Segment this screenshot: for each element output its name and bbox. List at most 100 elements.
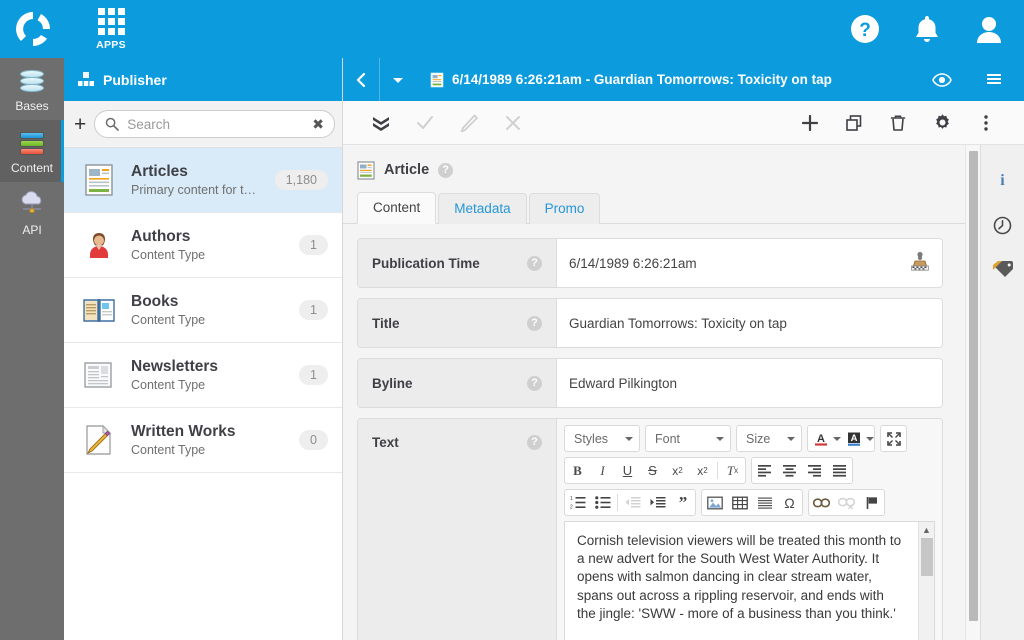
text-color-button[interactable]: A <box>808 426 833 451</box>
list-item-subtitle: Content Type <box>131 248 284 262</box>
notifications-button[interactable] <box>910 12 944 46</box>
insert-table-button[interactable] <box>727 490 752 515</box>
background-color-button[interactable]: A <box>841 426 866 451</box>
back-button[interactable] <box>343 58 379 101</box>
user-avatar-icon <box>974 13 1004 45</box>
chevron-down-icon[interactable] <box>866 437 874 441</box>
more-options-button[interactable] <box>964 101 1008 145</box>
tab-content[interactable]: Content <box>357 192 436 224</box>
remove-format-button[interactable]: Tx <box>720 458 745 483</box>
form-help-icon[interactable]: ? <box>438 163 453 178</box>
info-panel-button[interactable]: i <box>981 159 1024 203</box>
add-record-button[interactable] <box>788 101 832 145</box>
field-label-cell: Title ? <box>358 299 557 347</box>
delete-record-button[interactable] <box>876 101 920 145</box>
form-scroll-thumb[interactable] <box>969 151 978 621</box>
styles-select[interactable]: Styles <box>564 425 640 452</box>
field-value-cell[interactable]: 6/14/1989 6:26:21am <box>557 239 942 287</box>
field-help-icon[interactable]: ? <box>527 376 542 391</box>
bold-button[interactable]: B <box>565 458 590 483</box>
maximize-button[interactable] <box>881 426 906 451</box>
history-panel-button[interactable] <box>981 203 1024 247</box>
list-item-written-works[interactable]: Written Works Content Type 0 <box>64 408 342 473</box>
list-item-articles[interactable]: Articles Primary content for this pu… 1,… <box>64 148 342 213</box>
record-dropdown-button[interactable] <box>380 58 416 101</box>
rail-item-bases[interactable]: Bases <box>0 58 64 120</box>
field-help-icon[interactable]: ? <box>527 256 542 271</box>
field-value-cell[interactable]: Edward Pilkington <box>557 359 942 407</box>
settings-button[interactable] <box>920 101 964 145</box>
bulleted-list-button[interactable] <box>590 490 615 515</box>
field-help-icon[interactable]: ? <box>527 435 542 450</box>
editor-color-group: A A <box>807 425 875 452</box>
font-select[interactable]: Font <box>645 425 731 452</box>
collapse-all-button[interactable] <box>359 101 403 145</box>
align-right-button[interactable] <box>802 458 827 483</box>
field-value-cell[interactable]: Guardian Tomorrows: Toxicity on tap <box>557 299 942 347</box>
rail-item-content[interactable]: Content <box>0 120 64 182</box>
date-stamp-icon[interactable] <box>908 251 932 275</box>
strikethrough-button[interactable]: S <box>640 458 665 483</box>
maximize-icon <box>886 431 902 447</box>
preview-button[interactable] <box>924 58 960 101</box>
unlink-icon <box>838 497 855 509</box>
record-form-scroll: Article ? Content Metadata Promo Publica… <box>343 145 965 640</box>
italic-button[interactable]: I <box>590 458 615 483</box>
subscript-button[interactable]: x2 <box>665 458 690 483</box>
duplicate-record-button[interactable] <box>832 101 876 145</box>
tab-promo[interactable]: Promo <box>529 193 601 224</box>
horizontal-rule-button[interactable] <box>752 490 777 515</box>
clear-x-icon[interactable]: ✖ <box>312 117 324 131</box>
svg-text:”: ” <box>678 496 687 509</box>
form-fields: Publication Time ? 6/14/1989 6:26:21am <box>343 224 965 640</box>
blockquote-button[interactable]: ” <box>670 490 695 515</box>
field-publication-time: Publication Time ? 6/14/1989 6:26:21am <box>357 238 943 288</box>
editor-scrollbar[interactable]: ▲ <box>918 522 934 640</box>
list-item-books[interactable]: Books Content Type 1 <box>64 278 342 343</box>
list-item-authors[interactable]: Authors Content Type 1 <box>64 213 342 278</box>
list-item-count: 1 <box>299 300 328 320</box>
collapse-all-icon <box>371 114 391 132</box>
account-button[interactable] <box>972 12 1006 46</box>
rail-item-api[interactable]: API <box>0 182 64 244</box>
list-item-newsletters[interactable]: Newsletters Content Type 1 <box>64 343 342 408</box>
cloud-api-icon <box>17 190 47 220</box>
scroll-up-arrow-icon[interactable]: ▲ <box>919 522 934 537</box>
field-help-icon[interactable]: ? <box>527 316 542 331</box>
field-label: Publication Time <box>372 256 517 271</box>
book-icon <box>82 293 116 327</box>
add-content-type-button[interactable]: + <box>74 114 86 135</box>
align-left-button[interactable] <box>752 458 777 483</box>
toolbar-divider <box>717 462 718 479</box>
help-button[interactable]: ? <box>848 12 882 46</box>
editor-text[interactable]: Cornish television viewers will be treat… <box>565 522 918 640</box>
numbered-list-button[interactable]: 1 2 <box>565 490 590 515</box>
align-justify-button[interactable] <box>827 458 852 483</box>
superscript-button[interactable]: x2 <box>690 458 715 483</box>
editor-format-group: B I U S x2 x2 Tx <box>564 457 746 484</box>
record-menu-button[interactable] <box>976 58 1012 101</box>
list-item-text: Authors Content Type <box>131 228 284 263</box>
insert-image-button[interactable] <box>702 490 727 515</box>
form-scrollbar[interactable] <box>965 145 980 640</box>
list-item-count: 1 <box>299 235 328 255</box>
search-input[interactable] <box>125 116 306 133</box>
align-center-button[interactable] <box>777 458 802 483</box>
search-box[interactable]: ✖ <box>94 110 335 138</box>
apps-button[interactable]: APPS <box>78 0 144 58</box>
font-select-label: Font <box>655 432 680 446</box>
underline-button[interactable]: U <box>615 458 640 483</box>
editor-scroll-thumb[interactable] <box>921 538 933 576</box>
editor-toolbar-row-1: Styles Font Size <box>564 425 935 452</box>
app-logo[interactable] <box>0 0 66 58</box>
insert-link-button[interactable] <box>809 490 834 515</box>
special-character-button[interactable]: Ω <box>777 490 802 515</box>
chevron-down-icon[interactable] <box>833 437 841 441</box>
editor-content-area[interactable]: Cornish television viewers will be treat… <box>564 521 935 640</box>
size-select[interactable]: Size <box>736 425 802 452</box>
anchor-flag-button[interactable] <box>859 490 884 515</box>
tab-metadata[interactable]: Metadata <box>438 193 526 224</box>
right-panel-rail: i <box>980 145 1024 640</box>
indent-button[interactable] <box>645 490 670 515</box>
tags-panel-button[interactable] <box>981 247 1024 291</box>
